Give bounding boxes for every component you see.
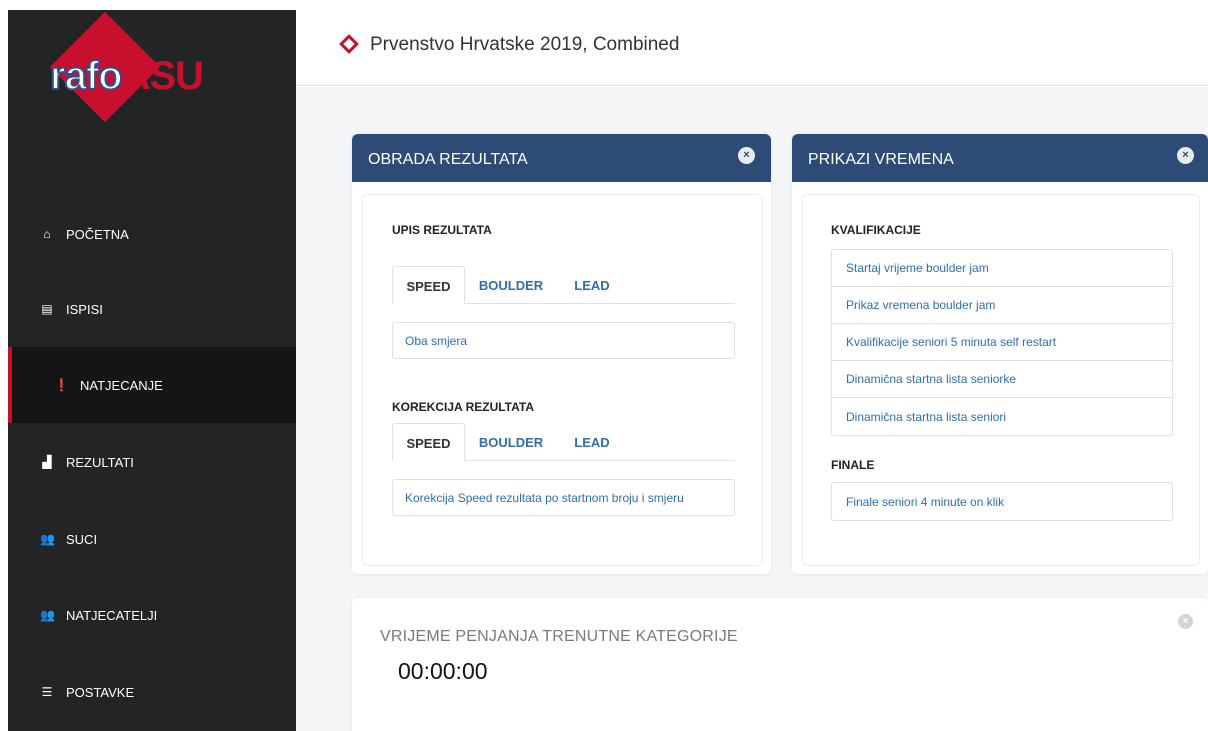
list-item[interactable]: Finale seniori 4 minute on klik [832, 483, 1172, 520]
home-icon: ⌂ [43, 227, 51, 241]
panel-title: OBRADA REZULTATA [368, 151, 528, 168]
section-title-korekcija: KOREKCIJA REZULTATA [392, 400, 534, 414]
diamond-icon [339, 34, 359, 54]
section-title-upis: UPIS REZULTATA [392, 223, 492, 237]
timer-value: 00:00:00 [398, 658, 488, 684]
logo-text-rafo: rafo [49, 53, 124, 99]
list-item[interactable]: Dinamična startna lista seniori [832, 398, 1172, 435]
sidebar-item-postavke[interactable]: ☰ POSTAVKE [8, 654, 296, 730]
close-icon[interactable]: × [1177, 147, 1194, 164]
header: Prvenstvo Hrvatske 2019, Combined [296, 0, 1208, 86]
timer-title: VRIJEME PENJANJA TRENUTNE KATEGORIJE [380, 628, 738, 645]
users-icon: 👥 [40, 608, 55, 622]
korekcija-speed-link[interactable]: Korekcija Speed rezultata po startnom br… [392, 479, 735, 516]
panel-title: PRIKAZI VREMENA [808, 151, 954, 168]
logo-text: rafoASU [49, 53, 204, 99]
panel-inner: KVALIFIKACIJE Startaj vrijeme boulder ja… [802, 194, 1200, 566]
panel-header: OBRADA REZULTATA × [352, 134, 771, 182]
kvalifikacije-list: Startaj vrijeme boulder jam Prikaz vreme… [831, 249, 1173, 436]
sidebar-item-label: NATJECANJE [80, 377, 163, 393]
finale-list: Finale seniori 4 minute on klik [831, 482, 1173, 521]
list-item[interactable]: Startaj vrijeme boulder jam [832, 250, 1172, 287]
panel-inner: UPIS REZULTATA SPEED BOULDER LEAD Oba sm… [362, 194, 763, 566]
section-title-kvalifikacije: KVALIFIKACIJE [831, 223, 921, 237]
sidebar-item-pocetna[interactable]: ⌂ POČETNA [8, 196, 296, 272]
list-item[interactable]: Prikaz vremena boulder jam [832, 287, 1172, 324]
bar-chart-icon: ▟ [42, 455, 52, 469]
page-title: Prvenstvo Hrvatske 2019, Combined [370, 34, 680, 55]
sidebar-item-label: REZULTATI [66, 454, 134, 470]
tab-boulder[interactable]: BOULDER [470, 423, 552, 461]
active-marker [8, 347, 12, 423]
oba-smjera-link[interactable]: Oba smjera [392, 322, 735, 359]
list-item[interactable]: Dinamična startna lista seniorke [832, 361, 1172, 398]
logo[interactable]: rafoASU [8, 10, 296, 150]
obrada-rezultata-panel: OBRADA REZULTATA × UPIS REZULTATA SPEED … [352, 134, 771, 574]
timer-panel: VRIJEME PENJANJA TRENUTNE KATEGORIJE 00:… [352, 598, 1208, 731]
tab-lead[interactable]: LEAD [562, 423, 622, 461]
tab-lead[interactable]: LEAD [562, 266, 622, 304]
sidebar-item-rezultati[interactable]: ▟ REZULTATI [8, 424, 296, 500]
sidebar-item-suci[interactable]: 👥 SUCI [8, 501, 296, 577]
sidebar-item-natjecatelji[interactable]: 👥 NATJECATELJI [8, 577, 296, 653]
sidebar-item-label: POSTAVKE [66, 684, 135, 700]
list-item[interactable]: Kvalifikacije seniori 5 minuta self rest… [832, 324, 1172, 361]
tab-speed[interactable]: SPEED [392, 423, 465, 461]
sidebar-item-natjecanje[interactable]: ❗ NATJECANJE [8, 347, 296, 423]
close-icon[interactable]: × [1178, 614, 1193, 629]
panel-header: PRIKAZI VREMENA × [792, 134, 1208, 182]
sidebar-item-ispisi[interactable]: ▤ ISPISI [8, 271, 296, 347]
korekcija-tabs: SPEED BOULDER LEAD [392, 423, 735, 461]
sidebar-item-label: ISPISI [66, 301, 103, 317]
section-title-finale: FINALE [831, 458, 875, 472]
sidebar: rafoASU ⌂ POČETNA ▤ ISPISI ❗ NATJECANJE … [8, 10, 296, 731]
prikazi-vremena-panel: PRIKAZI VREMENA × KVALIFIKACIJE Startaj … [792, 134, 1208, 574]
sidebar-item-label: SUCI [66, 531, 98, 547]
logo-text-asu: ASU [121, 54, 204, 98]
sliders-icon: ☰ [41, 685, 53, 699]
tab-boulder[interactable]: BOULDER [470, 266, 552, 304]
users-icon: 👥 [40, 532, 55, 546]
sidebar-item-label: POČETNA [66, 226, 129, 242]
close-icon[interactable]: × [738, 147, 755, 164]
tab-speed[interactable]: SPEED [392, 266, 465, 304]
database-icon: ▤ [41, 302, 53, 316]
exclamation-icon: ❗ [54, 378, 69, 392]
sidebar-item-label: NATJECATELJI [66, 607, 158, 623]
upis-tabs: SPEED BOULDER LEAD [392, 266, 735, 304]
